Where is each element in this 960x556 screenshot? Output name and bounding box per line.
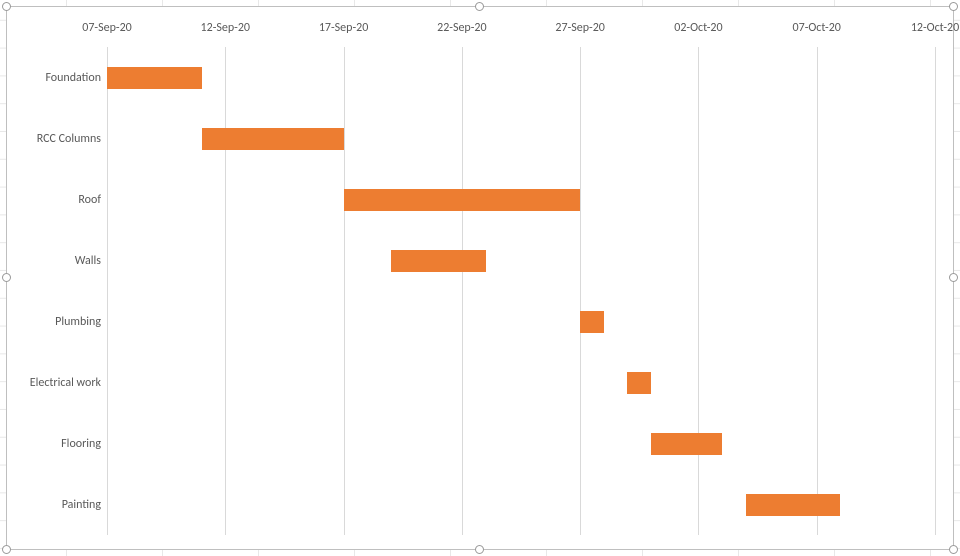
x-tick-label: 27-Sep-20 <box>555 21 604 35</box>
x-axis: 07-Sep-20 12-Sep-20 17-Sep-20 22-Sep-20 27-S… <box>7 7 953 47</box>
resize-handle-bottom-right[interactable] <box>949 545 958 554</box>
chart-plot-container: 07-Sep-20 12-Sep-20 17-Sep-20 22-Sep-20 27-S… <box>7 7 953 549</box>
y-axis: Foundation RCC Columns Roof Walls Plumbing El… <box>7 47 107 535</box>
gantt-bar[interactable] <box>344 189 581 211</box>
gantt-chart-object[interactable]: 07-Sep-20 12-Sep-20 17-Sep-20 22-Sep-20 27-S… <box>6 6 954 550</box>
category-label: Flooring <box>61 437 107 451</box>
bars-layer <box>107 47 935 535</box>
resize-handle-bottom-left[interactable] <box>2 545 11 554</box>
x-tick-label: 12-Oct-20 <box>911 21 959 35</box>
x-tick-label: 07-Oct-20 <box>793 21 841 35</box>
category-label: Foundation <box>45 71 107 85</box>
category-label: Painting <box>62 498 107 512</box>
gantt-bar[interactable] <box>107 67 202 89</box>
x-tick-label: 07-Sep-20 <box>82 21 131 35</box>
gantt-bar[interactable] <box>627 372 651 394</box>
category-label: RCC Columns <box>37 132 107 146</box>
resize-handle-bottom-middle[interactable] <box>475 545 484 554</box>
resize-handle-middle-right[interactable] <box>949 273 958 282</box>
x-tick-label: 02-Oct-20 <box>674 21 722 35</box>
category-label: Electrical work <box>30 376 107 390</box>
gantt-bar[interactable] <box>746 494 841 516</box>
plot-area: Foundation RCC Columns Roof Walls Plumbing El… <box>7 47 953 535</box>
gantt-bar[interactable] <box>391 250 486 272</box>
x-tick-label: 17-Sep-20 <box>319 21 368 35</box>
category-label: Walls <box>75 254 107 268</box>
resize-handle-middle-left[interactable] <box>2 273 11 282</box>
gantt-bar[interactable] <box>202 128 344 150</box>
gantt-bar[interactable] <box>580 311 604 333</box>
gantt-bar[interactable] <box>651 433 722 455</box>
resize-handle-top-left[interactable] <box>2 2 11 11</box>
category-label: Plumbing <box>55 315 107 329</box>
category-label: Roof <box>78 193 107 207</box>
resize-handle-top-right[interactable] <box>949 2 958 11</box>
gridline <box>935 47 936 535</box>
x-tick-label: 22-Sep-20 <box>437 21 486 35</box>
x-tick-label: 12-Sep-20 <box>201 21 250 35</box>
resize-handle-top-middle[interactable] <box>475 2 484 11</box>
